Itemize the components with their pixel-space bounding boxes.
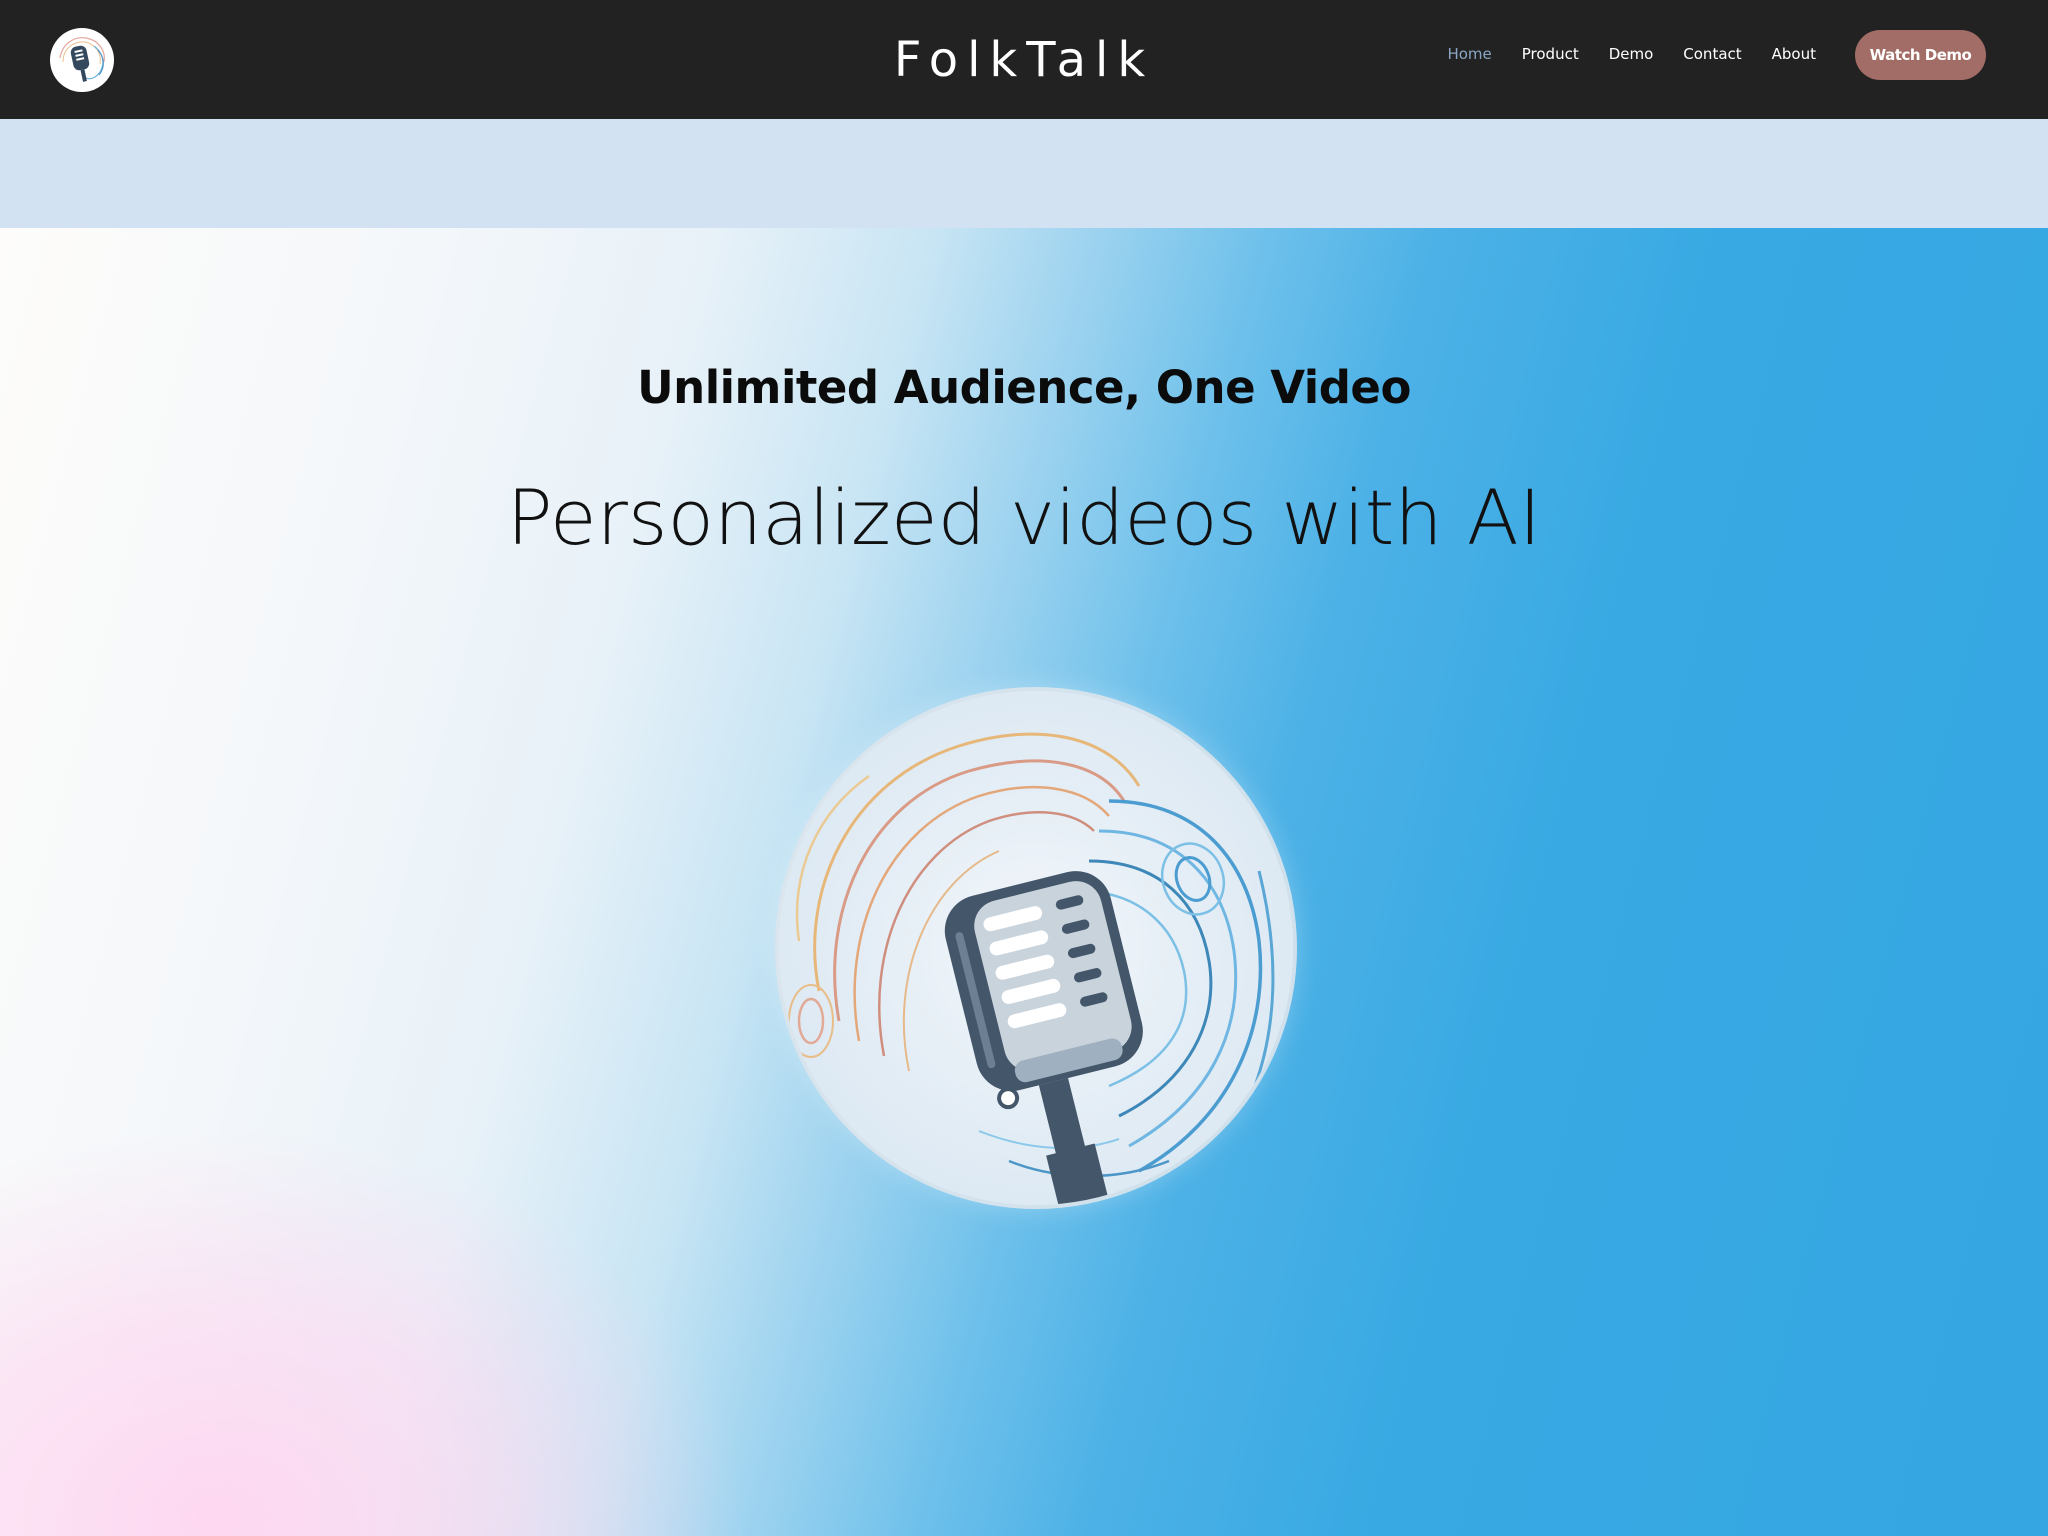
nav-demo[interactable]: Demo [1609, 44, 1654, 64]
nav-home[interactable]: Home [1447, 44, 1491, 64]
microphone-logo-icon [51, 29, 113, 91]
nav-about[interactable]: About [1772, 44, 1816, 64]
main-nav: Home Product Demo Contact About [1447, 44, 1816, 64]
microphone-icon [779, 691, 1293, 1205]
watch-demo-button[interactable]: Watch Demo [1855, 30, 1986, 80]
hero-image [779, 691, 1293, 1205]
hero-section: Unlimited Audience, One Video Personaliz… [0, 228, 2048, 1536]
nav-contact[interactable]: Contact [1683, 44, 1741, 64]
nav-product[interactable]: Product [1522, 44, 1579, 64]
brand-logo[interactable] [50, 28, 114, 92]
announcement-band [0, 119, 2048, 228]
hero-heading: Personalized videos with AI [506, 473, 1542, 562]
top-navbar: FolkTalk Home Product Demo Contact About… [0, 0, 2048, 119]
hero-subheading: Unlimited Audience, One Video [637, 361, 1411, 414]
